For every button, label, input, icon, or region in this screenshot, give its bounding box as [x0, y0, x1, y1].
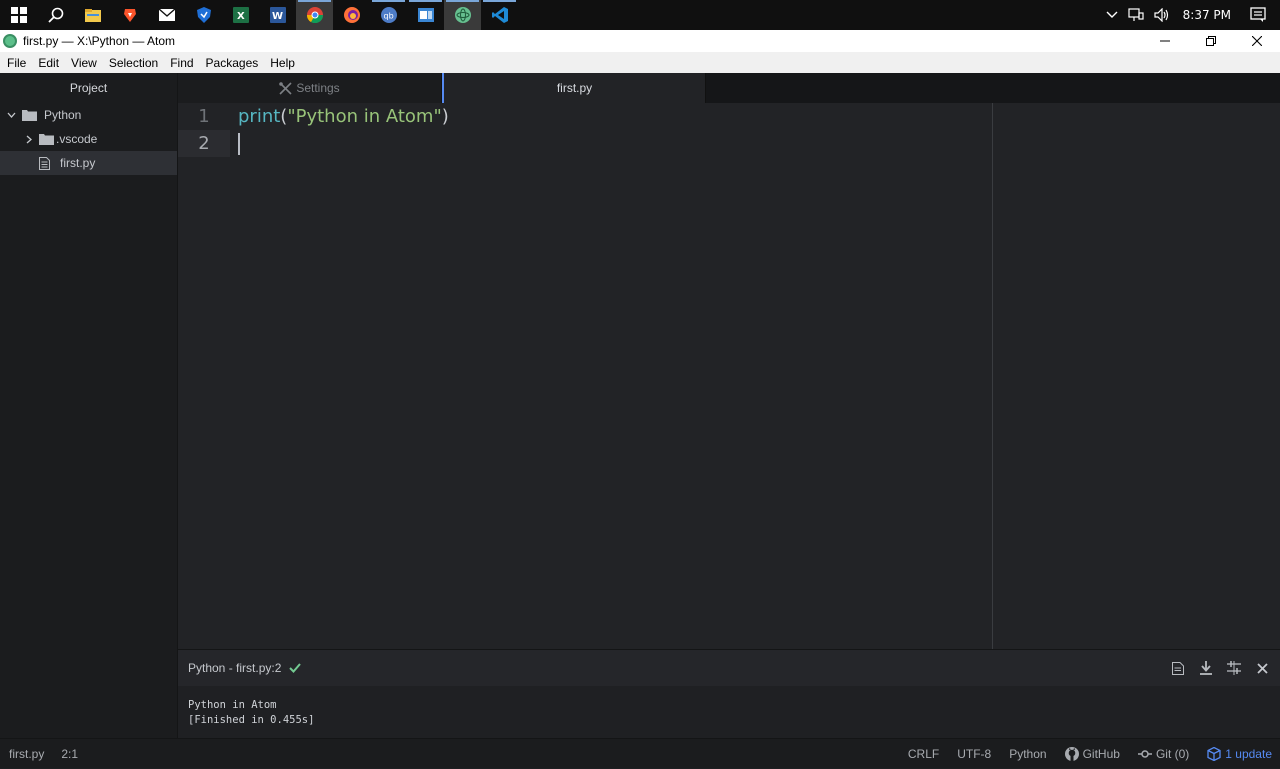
file-explorer-icon[interactable] [74, 0, 111, 30]
chevron-up-icon[interactable] [1101, 0, 1123, 30]
tree-item-label: first.py [60, 156, 96, 170]
code-content[interactable]: print("Python in Atom") [238, 103, 449, 157]
word-icon[interactable]: W [259, 0, 296, 30]
copy-output-icon[interactable] [1170, 660, 1186, 676]
status-line-ending[interactable]: CRLF [908, 747, 939, 761]
panel-header: Python - first.py:2 [178, 650, 1280, 686]
status-git-label: Git (0) [1155, 747, 1190, 761]
code-line[interactable] [238, 130, 449, 157]
menu-bar: File Edit View Selection Find Packages H… [0, 52, 1280, 73]
git-commit-icon [1137, 749, 1152, 759]
menu-selection[interactable]: Selection [103, 52, 164, 73]
menu-view[interactable]: View [65, 52, 103, 73]
chevron-right-icon[interactable] [24, 135, 34, 144]
code-token-punct: ) [441, 106, 449, 127]
status-file-name[interactable]: first.py [9, 747, 44, 761]
status-cursor-position[interactable]: 2:1 [61, 747, 78, 761]
code-token-function: print [238, 106, 281, 127]
text-cursor [238, 132, 240, 155]
tree-item-label: .vscode [56, 132, 98, 146]
svg-text:X: X [237, 11, 245, 22]
project-tree-view: Project Python .vscode first.py [0, 73, 178, 738]
package-icon [1207, 747, 1221, 761]
output-line: [Finished in 0.455s] [188, 714, 315, 726]
menu-packages[interactable]: Packages [200, 52, 265, 73]
status-bar: first.py 2:1 CRLF UTF-8 Python GitHub Gi… [0, 738, 1280, 768]
chrome-icon[interactable] [296, 0, 333, 30]
tree-item-python[interactable]: Python [0, 103, 177, 127]
file-icon [39, 156, 50, 170]
notification-center-icon[interactable] [1245, 0, 1280, 30]
svg-text:W: W [272, 11, 283, 22]
tab-bar: Settings first.py [178, 73, 1280, 103]
tab-label: Settings [296, 81, 340, 95]
excel-icon[interactable]: X [222, 0, 259, 30]
line-number-gutter: 1 2 [178, 103, 230, 649]
tab-settings[interactable]: Settings [178, 73, 442, 103]
restore-button[interactable] [1188, 30, 1234, 52]
status-update[interactable]: 1 update [1207, 747, 1272, 761]
status-github[interactable]: GitHub [1064, 747, 1120, 761]
tree-item-vscode[interactable]: .vscode [0, 127, 177, 151]
code-editor[interactable]: 1 2 print("Python in Atom") [178, 103, 1280, 649]
tab-label: first.py [556, 81, 593, 95]
check-icon [289, 663, 302, 673]
qbittorrent-icon[interactable]: qb [370, 0, 407, 30]
brave-browser-icon[interactable] [111, 0, 148, 30]
status-encoding[interactable]: UTF-8 [957, 747, 991, 761]
wrap-guide [992, 103, 993, 649]
menu-edit[interactable]: Edit [32, 52, 65, 73]
window-title: first.py — X:\Python — Atom [23, 34, 176, 48]
taskbar-clock[interactable]: 8:37 PM [1175, 8, 1245, 22]
volume-icon[interactable] [1149, 0, 1175, 30]
line-number: 1 [198, 106, 210, 127]
status-github-label: GitHub [1082, 747, 1120, 761]
tools-icon [279, 81, 292, 95]
atom-icon [3, 34, 17, 48]
github-icon [1064, 747, 1079, 761]
atom-icon[interactable] [444, 0, 481, 30]
status-update-label: 1 update [1225, 747, 1272, 761]
close-icon[interactable] [1254, 660, 1270, 676]
code-token-punct: ( [280, 106, 288, 127]
window-title-bar: first.py — X:\Python — Atom [0, 30, 1280, 52]
mail-icon[interactable] [148, 0, 185, 30]
network-icon[interactable] [1123, 0, 1149, 30]
line-number: 2 [178, 130, 230, 157]
minimize-button[interactable] [1142, 30, 1188, 52]
code-line[interactable]: print("Python in Atom") [238, 103, 449, 130]
panel-output: Python in Atom [Finished in 0.455s] [178, 686, 1280, 728]
download-icon[interactable] [1198, 660, 1214, 676]
menu-help[interactable]: Help [264, 52, 301, 73]
outlook-icon[interactable] [407, 0, 444, 30]
tree-item-first-py[interactable]: first.py [0, 151, 177, 175]
settings-sliders-icon[interactable] [1226, 660, 1242, 676]
output-line: Python in Atom [188, 699, 277, 711]
security-shield-icon[interactable] [185, 0, 222, 30]
system-tray: 8:37 PM [1101, 0, 1280, 30]
chevron-down-icon[interactable] [6, 112, 16, 118]
code-token-string: "Python in Atom" [287, 106, 442, 127]
close-button[interactable] [1234, 30, 1280, 52]
folder-icon [39, 133, 54, 145]
panel-title: Python - first.py:2 [188, 661, 282, 675]
svg-text:qb: qb [383, 12, 393, 21]
status-git[interactable]: Git (0) [1137, 747, 1190, 761]
windows-taskbar: X W qb 8:37 PM [0, 0, 1280, 30]
menu-find[interactable]: Find [164, 52, 199, 73]
status-grammar[interactable]: Python [1009, 747, 1046, 761]
menu-file[interactable]: File [1, 52, 32, 73]
tree-item-label: Python [44, 108, 82, 122]
windows-start-icon[interactable] [0, 0, 37, 30]
search-icon[interactable] [37, 0, 74, 30]
folder-icon [22, 109, 37, 121]
vscode-icon[interactable] [481, 0, 518, 30]
firefox-icon[interactable] [333, 0, 370, 30]
script-output-panel: Python - first.py:2 Python in Atom [Fini… [178, 649, 1280, 738]
tree-header[interactable]: Project [0, 73, 177, 103]
tab-first-py[interactable]: first.py [442, 73, 706, 103]
